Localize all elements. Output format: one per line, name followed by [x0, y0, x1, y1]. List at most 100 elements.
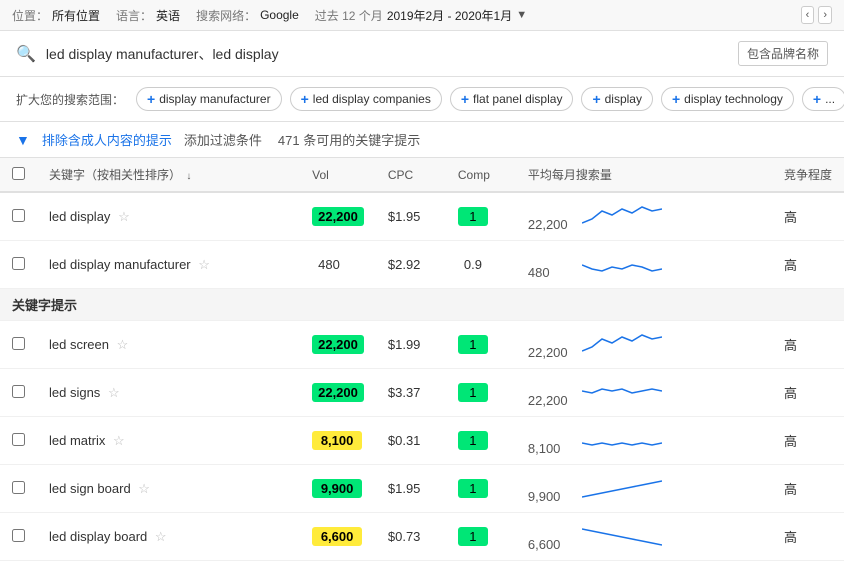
- star-icon[interactable]: ☆: [108, 385, 120, 400]
- sparkline-chart: [582, 329, 662, 357]
- comp-cell: 1: [446, 321, 516, 369]
- sparkline-chart: [582, 249, 662, 277]
- row-checkbox-cell[interactable]: [0, 417, 37, 465]
- sparkline-chart: [582, 425, 662, 453]
- row-checkbox-cell[interactable]: [0, 513, 37, 561]
- filter-bar: ▼ 排除含成人内容的提示 添加过滤条件 471 条可用的关键字提示: [0, 122, 844, 158]
- location-value: 所有位置: [52, 7, 100, 24]
- search-icon: 🔍: [16, 44, 36, 64]
- plus-icon: +: [813, 91, 821, 107]
- select-all-checkbox[interactable]: [12, 167, 25, 180]
- header-cpc[interactable]: CPC: [376, 158, 446, 192]
- trend-cell: 22,200: [516, 192, 772, 241]
- chip-label: display: [605, 92, 642, 106]
- sparkline-chart: [582, 201, 662, 229]
- date-item[interactable]: 过去 12 个月 2019年2月 - 2020年1月 ▼: [315, 7, 527, 24]
- expand-chip-led-display-companies[interactable]: + led display companies: [290, 87, 442, 111]
- expand-chip-more[interactable]: + ...: [802, 87, 844, 111]
- row-checkbox-cell[interactable]: [0, 465, 37, 513]
- location-label: 位置：: [12, 7, 48, 24]
- header-compete[interactable]: 竞争程度: [772, 158, 844, 192]
- trend-cell: 22,200: [516, 321, 772, 369]
- trend-vol: 22,200: [528, 217, 578, 232]
- plus-icon: +: [672, 91, 680, 107]
- network-value: Google: [260, 8, 299, 22]
- header-keyword[interactable]: 关键字（按相关性排序） ↓: [37, 158, 300, 192]
- keyword-text: led sign board: [49, 481, 131, 496]
- trend-vol: 22,200: [528, 393, 578, 408]
- search-query[interactable]: led display manufacturer、led display: [46, 44, 728, 64]
- star-icon[interactable]: ☆: [155, 529, 167, 544]
- cpc-cell: $0.73: [376, 513, 446, 561]
- trend-vol: 8,100: [528, 441, 578, 456]
- trend-vol: 22,200: [528, 345, 578, 360]
- row-checkbox-cell[interactable]: [0, 321, 37, 369]
- star-icon[interactable]: ☆: [118, 209, 130, 224]
- exclude-adult-link[interactable]: 排除含成人内容的提示: [42, 130, 172, 149]
- network-item: 搜索网络： Google: [196, 7, 299, 24]
- section-header-row: 关键字提示: [0, 289, 844, 321]
- star-icon[interactable]: ☆: [138, 481, 150, 496]
- chip-label: led display companies: [313, 92, 431, 106]
- language-label: 语言：: [116, 7, 152, 24]
- date-range: 2019年2月 - 2020年1月: [387, 7, 512, 24]
- keyword-text: led display manufacturer: [49, 257, 191, 272]
- trend-vol: 6,600: [528, 537, 578, 552]
- vol-cell: 6,600: [300, 513, 376, 561]
- header-checkbox[interactable]: [0, 158, 37, 192]
- keyword-text: led display: [49, 209, 110, 224]
- row-checkbox-cell[interactable]: [0, 192, 37, 241]
- period-label: 过去 12 个月: [315, 7, 383, 24]
- star-icon[interactable]: ☆: [117, 337, 129, 352]
- cpc-cell: $0.31: [376, 417, 446, 465]
- nav-arrows: ‹ ›: [801, 6, 832, 24]
- next-arrow[interactable]: ›: [818, 6, 832, 24]
- row-checkbox-cell[interactable]: [0, 369, 37, 417]
- star-icon[interactable]: ☆: [113, 433, 125, 448]
- vol-cell: 22,200: [300, 192, 376, 241]
- vol-cell: 22,200: [300, 369, 376, 417]
- language-item: 语言： 英语: [116, 7, 180, 24]
- expand-chip-display-technology[interactable]: + display technology: [661, 87, 794, 111]
- header-vol[interactable]: Vol: [300, 158, 376, 192]
- compete-cell: 高: [772, 465, 844, 513]
- brand-tag[interactable]: 包含品牌名称: [738, 41, 828, 66]
- table-row: led sign board ☆ 9,900 $1.95 1 9,900 高: [0, 465, 844, 513]
- cpc-cell: $3.37: [376, 369, 446, 417]
- row-checkbox[interactable]: [12, 481, 25, 494]
- chip-label: display manufacturer: [159, 92, 270, 106]
- cpc-cell: $2.92: [376, 241, 446, 289]
- table-row: led display board ☆ 6,600 $0.73 1 6,600 …: [0, 513, 844, 561]
- table-row: led screen ☆ 22,200 $1.99 1 22,200 高: [0, 321, 844, 369]
- cpc-cell: $1.99: [376, 321, 446, 369]
- row-checkbox[interactable]: [12, 337, 25, 350]
- comp-cell: 1: [446, 192, 516, 241]
- row-checkbox[interactable]: [12, 209, 25, 222]
- row-checkbox-cell[interactable]: [0, 241, 37, 289]
- expand-chip-flat-panel-display[interactable]: + flat panel display: [450, 87, 574, 111]
- network-label: 搜索网络：: [196, 7, 256, 24]
- header-comp[interactable]: Comp: [446, 158, 516, 192]
- row-checkbox[interactable]: [12, 257, 25, 270]
- plus-icon: +: [147, 91, 155, 107]
- plus-icon: +: [301, 91, 309, 107]
- expand-chip-display-manufacturer[interactable]: + display manufacturer: [136, 87, 282, 111]
- table-row: led display manufacturer ☆ 480 $2.92 0.9…: [0, 241, 844, 289]
- prev-arrow[interactable]: ‹: [801, 6, 815, 24]
- cpc-cell: $1.95: [376, 192, 446, 241]
- row-checkbox[interactable]: [12, 433, 25, 446]
- plus-icon: +: [592, 91, 600, 107]
- star-icon[interactable]: ☆: [198, 257, 210, 272]
- header-trend[interactable]: 平均每月搜索量: [516, 158, 772, 192]
- add-filter-button[interactable]: 添加过滤条件: [184, 130, 262, 149]
- date-dropdown-icon[interactable]: ▼: [516, 9, 527, 21]
- trend-cell: 9,900: [516, 465, 772, 513]
- location-item: 位置： 所有位置: [12, 7, 100, 24]
- plus-icon: +: [461, 91, 469, 107]
- sparkline-chart: [582, 473, 662, 501]
- row-checkbox[interactable]: [12, 385, 25, 398]
- sparkline-chart: [582, 377, 662, 405]
- comp-cell: 1: [446, 513, 516, 561]
- expand-chip-display[interactable]: + display: [581, 87, 653, 111]
- keyword-text: led display board: [49, 529, 147, 544]
